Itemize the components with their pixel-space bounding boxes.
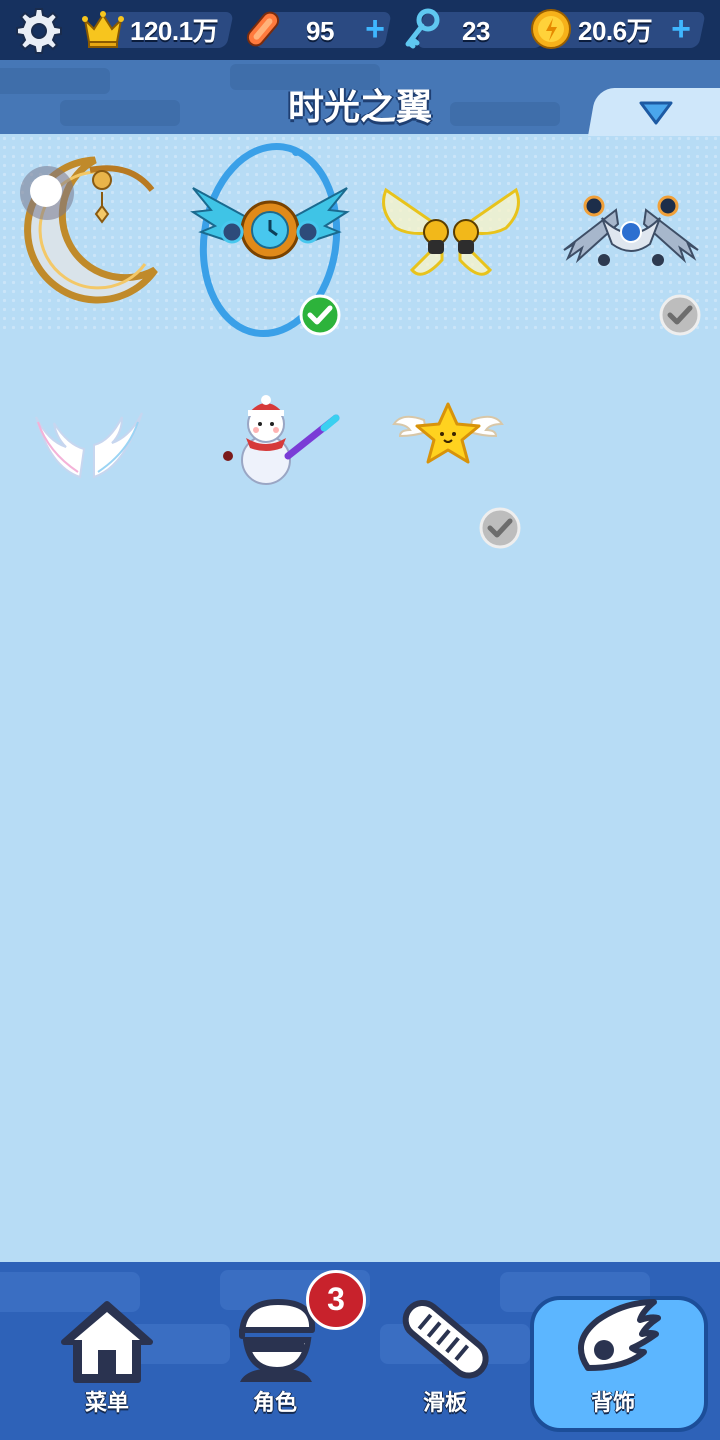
item-snowman[interactable] xyxy=(184,352,354,542)
board-value: 95 xyxy=(306,16,334,46)
equipped-check-icon xyxy=(299,294,341,336)
notification-badge: 3 xyxy=(306,1270,366,1330)
add-board-button[interactable]: + xyxy=(358,12,392,46)
key-icon xyxy=(405,8,440,49)
owned-check-icon xyxy=(479,507,521,549)
nav-wing-label: 背饰 xyxy=(590,1390,635,1415)
key-value: 23 xyxy=(462,16,490,46)
clockwork-wing-icon xyxy=(190,142,350,338)
skateboard-icon xyxy=(246,11,280,47)
toggle-knob xyxy=(30,175,62,207)
wing-icon xyxy=(577,1299,661,1371)
gear-icon[interactable] xyxy=(14,6,64,56)
nav-menu-label: 菜单 xyxy=(84,1390,129,1415)
white-angel-wing-icon xyxy=(35,412,143,479)
nav-character-label: 角色 xyxy=(252,1390,297,1415)
nav-skateboard-label: 滑板 xyxy=(422,1390,467,1415)
coin-value: 20.6万 xyxy=(578,16,653,46)
golden-butterfly-wing-icon xyxy=(382,187,520,276)
crown-icon xyxy=(82,11,124,48)
add-coin-button[interactable]: + xyxy=(664,12,698,46)
crown-value: 120.1万 xyxy=(130,16,219,46)
owned-check-icon xyxy=(659,294,701,336)
coin-icon xyxy=(531,9,571,49)
triangle-down-icon[interactable] xyxy=(638,100,674,126)
item-bee-wing[interactable] xyxy=(366,140,536,330)
skateboard-icon xyxy=(402,1299,489,1379)
snowman-icon xyxy=(223,395,340,485)
house-icon xyxy=(61,1301,153,1383)
item-angel-wing[interactable] xyxy=(10,352,180,542)
